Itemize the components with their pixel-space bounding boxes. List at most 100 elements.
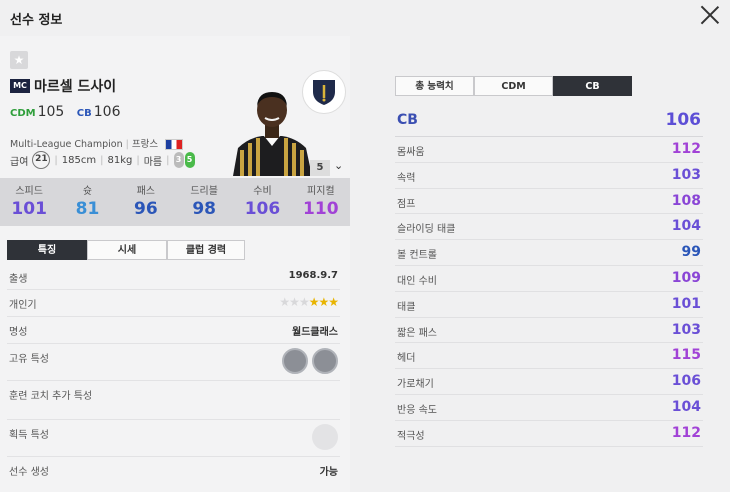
stat-item: 수비 106 (233, 178, 291, 226)
position-label: CB (397, 112, 418, 128)
star-filled-icon: ★ (308, 295, 320, 309)
stat-label: 드리블 (190, 186, 218, 197)
stat-label: 피지컬 (307, 186, 335, 197)
club-crest-icon (302, 70, 346, 114)
attribute-label: 짧은 패스 (397, 327, 437, 339)
attribute-label: 적극성 (397, 430, 425, 442)
attribute-value: 112 (671, 141, 701, 157)
tab-traits[interactable]: 특징 (7, 240, 87, 260)
fame-value: 월드클래스 (292, 327, 338, 338)
tab-cdm[interactable]: CDM (474, 76, 553, 96)
attribute-row: 짧은 패스 103 (395, 318, 703, 344)
modal-header: 선수 정보 (0, 0, 730, 36)
attribute-row: 몸싸움 112 (395, 137, 703, 163)
detail-label: 훈련 코치 추가 특성 (9, 391, 93, 402)
attribute-row: 가로채기 106 (395, 369, 703, 395)
attribute-label: 슬라이딩 태클 (397, 224, 456, 236)
detail-row-traits: 고유 특성 (7, 344, 340, 381)
stat-item: 드리블 98 (175, 178, 233, 226)
attribute-value: 109 (671, 269, 701, 286)
detail-label: 출생 (9, 274, 28, 285)
attribute-value: 103 (671, 166, 701, 183)
detail-list: 출생 1968.9.7 개인기 ★★★★★★ 명성 월드클래스 고유 특성 훈련… (7, 264, 340, 483)
detail-row-fame: 명성 월드클래스 (7, 317, 340, 344)
attribute-row: 헤더 115 (395, 343, 703, 370)
stat-value: 96 (133, 199, 158, 219)
stat-item: 스피드 101 (0, 178, 58, 226)
attribute-label: 대인 수비 (397, 275, 437, 287)
position-value: 105 (37, 104, 65, 120)
tab-cb[interactable]: CB (553, 76, 632, 96)
detail-label: 명성 (9, 327, 28, 338)
stat-label: 스피드 (15, 186, 43, 197)
stat-value: 81 (75, 199, 100, 219)
position-rating: 106 (665, 110, 702, 130)
attribute-label: 속력 (397, 172, 416, 184)
enhancement-level: 5 (310, 160, 330, 176)
attribute-row: 점프 108 (395, 189, 703, 215)
attribute-value: 106 (671, 373, 701, 390)
france-flag-icon (165, 139, 184, 150)
star-empty-icon: ★ (298, 295, 310, 309)
attribute-label: 반응 속도 (397, 404, 437, 416)
detail-label: 획득 특성 (9, 430, 49, 441)
star-empty-icon: ★ (279, 295, 290, 309)
attribute-row: 볼 컨트롤 99 (395, 240, 703, 266)
close-icon[interactable] (700, 5, 720, 25)
weak-foot-value: 3 (173, 152, 184, 168)
summary-stats: 스피드 101 슛 81 패스 96 드리블 98 수비 106 피지컬 110 (0, 178, 350, 226)
season-badge: MC (10, 79, 30, 93)
skill-stars: ★★★★★★ (279, 295, 339, 309)
attribute-label: 가로채기 (397, 379, 434, 391)
tab-price[interactable]: 시세 (87, 240, 167, 260)
attribute-label: 태클 (397, 301, 416, 313)
player-physical-info: 급여 21 | 185cm | 81kg | 마름 | 3 5 (10, 151, 195, 169)
detail-row-coach-traits: 훈련 코치 추가 특성 (7, 381, 340, 420)
attribute-row: 반응 속도 104 (395, 395, 703, 421)
attribute-value: 99 (681, 244, 701, 261)
attribute-label: 헤더 (397, 353, 416, 365)
position-label: CDM (10, 108, 36, 119)
attribute-value: 103 (671, 321, 701, 338)
stat-value: 110 (303, 199, 339, 219)
attribute-label: 볼 컨트롤 (397, 250, 437, 262)
height: 185cm (61, 154, 97, 166)
weight: 81kg (107, 154, 133, 166)
detail-row-skill-moves: 개인기 ★★★★★★ (7, 290, 340, 317)
stat-item: 슛 81 (58, 178, 116, 226)
stat-label: 슛 (82, 186, 93, 197)
bull-trait-icon[interactable] (312, 348, 338, 374)
stat-label: 패스 (136, 186, 156, 197)
favorite-star-icon[interactable]: ★ (10, 51, 28, 69)
chevron-down-icon[interactable]: ⌄ (334, 159, 343, 172)
stat-label: 수비 (253, 186, 272, 197)
stat-value: 98 (192, 199, 216, 219)
stat-item: 피지컬 110 (292, 178, 350, 226)
attribute-row: 속력 103 (395, 163, 703, 189)
window-title: 선수 정보 (10, 13, 63, 28)
stat-value: 106 (244, 199, 281, 219)
tab-overall[interactable]: 총 능력치 (395, 76, 474, 96)
detail-label: 선수 생성 (9, 467, 49, 478)
player-name: 마르셀 드사이 (34, 79, 117, 95)
detail-tabs: 특징 시세 클럽 경력 (7, 240, 245, 260)
position-value: 106 (93, 104, 121, 120)
attribute-row: 대인 수비 109 (395, 266, 703, 292)
foot-icon: 3 5 (173, 152, 195, 168)
diamond-trait-icon[interactable] (282, 348, 308, 374)
salary-label: 급여 (10, 156, 29, 168)
body-type: 마름 (143, 156, 163, 168)
detail-row-acquired-traits: 획득 특성 (7, 420, 340, 457)
attribute-label: 몸싸움 (397, 147, 425, 158)
attribute-value: 112 (671, 424, 701, 441)
season-nation-line: Multi-League Champion | 프랑스 (10, 136, 184, 150)
star-empty-icon: ★ (289, 295, 300, 309)
detail-row-generate: 선수 생성 가능 (7, 457, 340, 483)
attribute-list: 몸싸움 112 속력 103 점프 108 슬라이딩 태클 104 볼 컨트롤 99 대인 수비 10… (395, 137, 703, 447)
attribute-panel: 총 능력치 CDM CB CB 106 몸싸움 112 속력 103 점프 108 슬라이딩… (395, 76, 703, 447)
attribute-row: 적극성 112 (395, 421, 703, 447)
tab-club-career[interactable]: 클럽 경력 (167, 240, 245, 260)
salary-badge: 21 (32, 151, 51, 169)
generate-value: 가능 (319, 467, 338, 478)
attribute-label: 점프 (397, 198, 416, 210)
